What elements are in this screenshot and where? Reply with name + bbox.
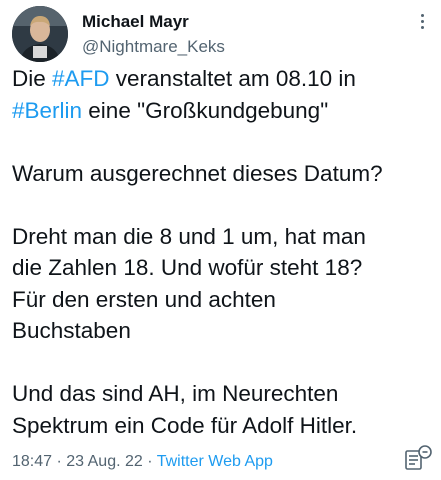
tweet-line: #Berlin eine "Großkundgebung" [12,95,437,127]
tweet-line: Dreht man die 8 und 1 um, hat man [12,223,366,249]
tweet-line: die Zahlen 18. Und wofür steht 18? [12,255,363,280]
separator: · [142,453,157,470]
author-name[interactable]: Michael Mayr [82,12,189,32]
hashtag-afd-link[interactable]: #AFD [52,66,110,91]
translate-icon[interactable] [403,444,433,474]
tweet-card[interactable]: Michael Mayr @Nightmare_Keks Die #AFD ve… [0,0,441,480]
text-span: veranstaltet am 08.10 in [109,66,356,91]
separator: · [52,453,67,470]
tweet-line: Für den ersten und achten [12,286,276,312]
more-options-icon[interactable] [418,14,426,36]
text-span: Die [12,66,53,91]
tweet-line: Warum ausgerechnet dieses Datum? [12,160,383,186]
tweet-text: Die #AFD veranstaltet am 08.10 in #Berli… [12,63,437,441]
tweet-line: Die #AFD veranstaltet am 08.10 in [12,63,437,95]
author-handle[interactable]: @Nightmare_Keks [82,37,225,57]
tweet-time[interactable]: 18:47 [12,453,52,470]
source-link[interactable]: Twitter Web App [157,453,273,470]
tweet-line: Und das sind AH, im Neurechten [12,381,339,406]
hashtag-berlin-link[interactable]: #Berlin [12,98,82,123]
tweet-meta: 18:47 · 23 Aug. 22 · Twitter Web App [12,453,273,471]
text-span: eine "Großkundgebung" [82,97,329,123]
tweet-line: Buchstaben [12,318,131,343]
tweet-line: Spektrum ein Code für Adolf Hitler. [12,412,358,438]
avatar[interactable] [12,6,68,62]
tweet-date[interactable]: 23 Aug. 22 [66,453,143,470]
